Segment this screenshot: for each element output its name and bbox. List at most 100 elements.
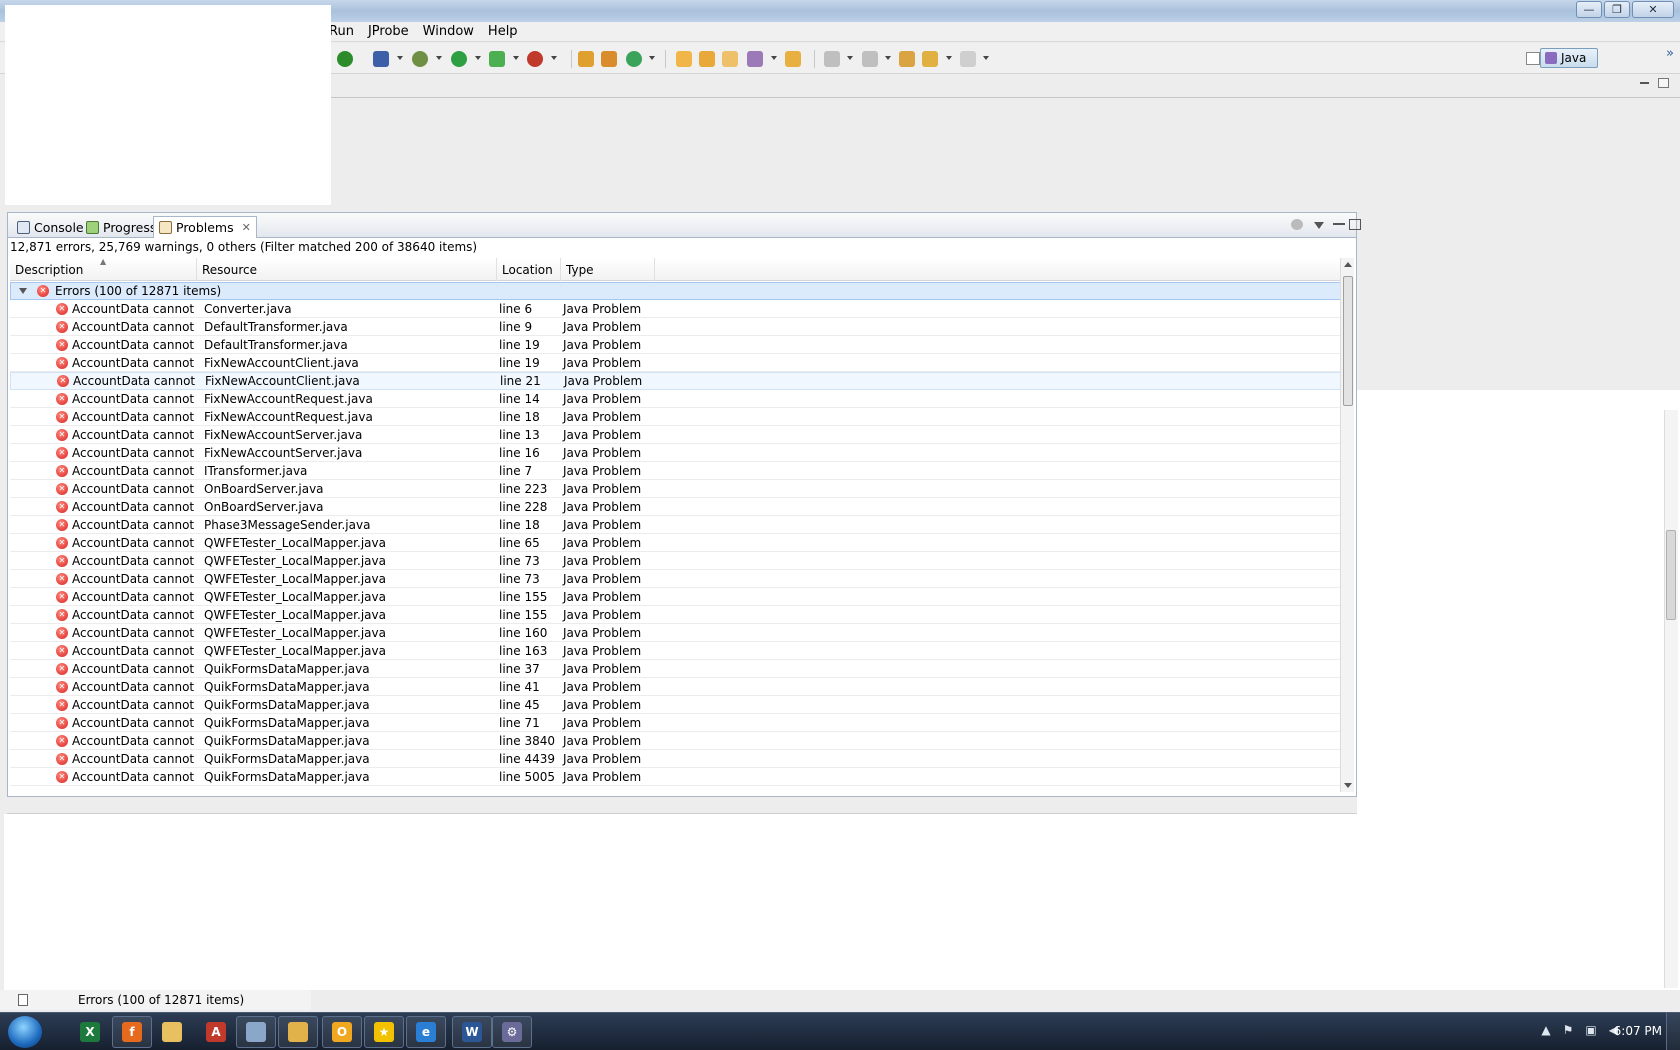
new-java-icon[interactable]: [373, 51, 389, 67]
scroll-up-icon[interactable]: [1344, 262, 1352, 267]
view-menu-icon[interactable]: [1314, 222, 1324, 229]
menu-help[interactable]: Help: [481, 24, 525, 39]
table-row[interactable]: ✕ AccountData cannot be QWFETester_LocalMa…: [10, 606, 1341, 624]
table-row[interactable]: ✕ AccountData cannot be QuikFormsDataMappe…: [10, 732, 1341, 750]
tray-expand-icon[interactable]: ▲: [1541, 1023, 1550, 1037]
table-row[interactable]: ✕ AccountData cannot be DefaultTransformer…: [10, 336, 1341, 354]
chevron-down-icon[interactable]: [475, 56, 481, 60]
taskbar-app-word[interactable]: W: [452, 1016, 492, 1048]
table-row[interactable]: ✕ AccountData cannot be QuikFormsDataMappe…: [10, 678, 1341, 696]
debug-icon[interactable]: [412, 51, 428, 67]
maximize-icon[interactable]: [1349, 219, 1361, 230]
right-scrollbar-thumb[interactable]: [1666, 530, 1676, 620]
next-annotation-icon[interactable]: [824, 51, 840, 67]
flag-icon[interactable]: ⚑: [1563, 1023, 1574, 1037]
fast-view-icon[interactable]: [18, 994, 28, 1006]
previous-annotation-icon[interactable]: [862, 51, 878, 67]
minimize-icon[interactable]: [1333, 223, 1345, 225]
scroll-down-icon[interactable]: [1344, 783, 1352, 788]
tab-problems[interactable]: Problems ✕: [153, 216, 257, 238]
chevron-down-icon[interactable]: [436, 56, 442, 60]
tab-progress[interactable]: Progress: [81, 217, 161, 237]
close-icon[interactable]: ✕: [242, 221, 251, 234]
table-row[interactable]: ✕ AccountData cannot be QuikFormsDataMappe…: [10, 660, 1341, 678]
coverage-icon[interactable]: [489, 51, 505, 67]
chevron-down-icon[interactable]: [771, 56, 777, 60]
taskbar-app-explorer[interactable]: [278, 1016, 318, 1048]
chevron-down-icon[interactable]: [885, 56, 891, 60]
open-task-icon[interactable]: [699, 51, 715, 67]
chevron-down-icon[interactable]: [649, 56, 655, 60]
new-package-icon[interactable]: [578, 51, 594, 67]
jprobe-icon[interactable]: [337, 51, 353, 67]
toolbar-overflow-icon[interactable]: »: [1666, 46, 1674, 61]
error-group-row[interactable]: ✕ Errors (100 of 12871 items): [10, 282, 1341, 300]
open-resource-icon[interactable]: [722, 51, 738, 67]
chevron-down-icon[interactable]: [551, 56, 557, 60]
right-scrollbar[interactable]: [1664, 410, 1678, 988]
table-row[interactable]: ✕ AccountData cannot be FixNewAccountClien…: [10, 354, 1341, 372]
last-edit-icon[interactable]: [899, 51, 915, 67]
external-tools-icon[interactable]: [527, 51, 543, 67]
column-resource[interactable]: Resource: [197, 258, 497, 281]
table-row[interactable]: ✕ AccountData cannot be QuikFormsDataMappe…: [10, 768, 1341, 786]
close-button[interactable]: ✕: [1632, 1, 1674, 18]
table-row[interactable]: ✕ AccountData cannot be OnBoardServer.java…: [10, 480, 1341, 498]
column-description[interactable]: Description ▲: [10, 258, 197, 281]
column-type[interactable]: Type: [561, 258, 655, 281]
filter-icon[interactable]: [1291, 219, 1303, 230]
search-icon[interactable]: [747, 51, 763, 67]
table-row[interactable]: ✕ AccountData cannot be FixNewAccountClien…: [10, 372, 1341, 390]
clock[interactable]: 6:07 PM: [1614, 1024, 1662, 1038]
taskbar-app-excel[interactable]: X: [70, 1016, 110, 1048]
new-wizard-icon[interactable]: [626, 51, 642, 67]
maximize-button[interactable]: ❐: [1604, 1, 1630, 18]
table-row[interactable]: ✕ AccountData cannot be QWFETester_LocalMa…: [10, 642, 1341, 660]
menu-window[interactable]: Window: [416, 24, 481, 39]
table-row[interactable]: ✕ AccountData cannot be QWFETester_LocalMa…: [10, 624, 1341, 642]
forward-arrow-icon[interactable]: [960, 51, 976, 67]
menu-jprobe[interactable]: JProbe: [361, 24, 416, 39]
scrollbar-thumb[interactable]: [1343, 276, 1353, 406]
table-row[interactable]: ✕ AccountData cannot be QWFETester_LocalMa…: [10, 534, 1341, 552]
chevron-down-icon[interactable]: [513, 56, 519, 60]
run-icon[interactable]: [451, 51, 467, 67]
open-type-icon[interactable]: [676, 51, 692, 67]
table-row[interactable]: ✕ AccountData cannot be QWFETester_LocalMa…: [10, 570, 1341, 588]
table-row[interactable]: ✕ AccountData cannot be ITransformer.java l…: [10, 462, 1341, 480]
taskbar-app-folder-open[interactable]: [152, 1016, 192, 1048]
taskbar-app-internet-explorer[interactable]: e: [406, 1016, 446, 1048]
start-button[interactable]: [8, 1016, 42, 1048]
table-row[interactable]: ✕ AccountData cannot be QWFETester_LocalMa…: [10, 552, 1341, 570]
table-row[interactable]: ✕ AccountData cannot be QuikFormsDataMappe…: [10, 750, 1341, 768]
taskbar-app-pdf[interactable]: A: [196, 1016, 236, 1048]
table-row[interactable]: ✕ AccountData cannot be FixNewAccountReque…: [10, 390, 1341, 408]
new-class-icon[interactable]: [601, 51, 617, 67]
chevron-down-icon[interactable]: [397, 56, 403, 60]
network-icon[interactable]: ▣: [1585, 1023, 1596, 1037]
chevron-down-icon[interactable]: [946, 56, 952, 60]
back-arrow-icon[interactable]: [922, 51, 938, 67]
chevron-down-icon[interactable]: [847, 56, 853, 60]
chevron-down-icon[interactable]: [983, 56, 989, 60]
table-row[interactable]: ✕ AccountData cannot be FixNewAccountServe…: [10, 444, 1341, 462]
table-row[interactable]: ✕ AccountData cannot be QWFETester_LocalMa…: [10, 588, 1341, 606]
table-scrollbar[interactable]: [1340, 258, 1354, 792]
collapse-icon[interactable]: [19, 288, 27, 294]
table-row[interactable]: ✕ AccountData cannot be FixNewAccountReque…: [10, 408, 1341, 426]
table-row[interactable]: ✕ AccountData cannot be Phase3MessageSende…: [10, 516, 1341, 534]
taskbar-app-firefox[interactable]: f: [112, 1016, 152, 1048]
table-row[interactable]: ✕ AccountData cannot be QuikFormsDataMappe…: [10, 714, 1341, 732]
minimize-icon[interactable]: [1640, 82, 1649, 84]
taskbar-app-notepad[interactable]: [236, 1016, 276, 1048]
show-desktop-button[interactable]: [1666, 1013, 1680, 1050]
perspective-java-button[interactable]: Java: [1540, 48, 1598, 68]
column-location[interactable]: Location: [497, 258, 561, 281]
taskbar-app-runner[interactable]: ★: [364, 1016, 404, 1048]
taskbar-app-outlook[interactable]: O: [322, 1016, 362, 1048]
table-row[interactable]: ✕ AccountData cannot be FixNewAccountServe…: [10, 426, 1341, 444]
open-folder-icon[interactable]: [785, 51, 801, 67]
taskbar-app-eclipse[interactable]: ⚙: [492, 1016, 532, 1048]
minimize-button[interactable]: —: [1576, 1, 1602, 18]
table-row[interactable]: ✕ AccountData cannot be DefaultTransformer…: [10, 318, 1341, 336]
